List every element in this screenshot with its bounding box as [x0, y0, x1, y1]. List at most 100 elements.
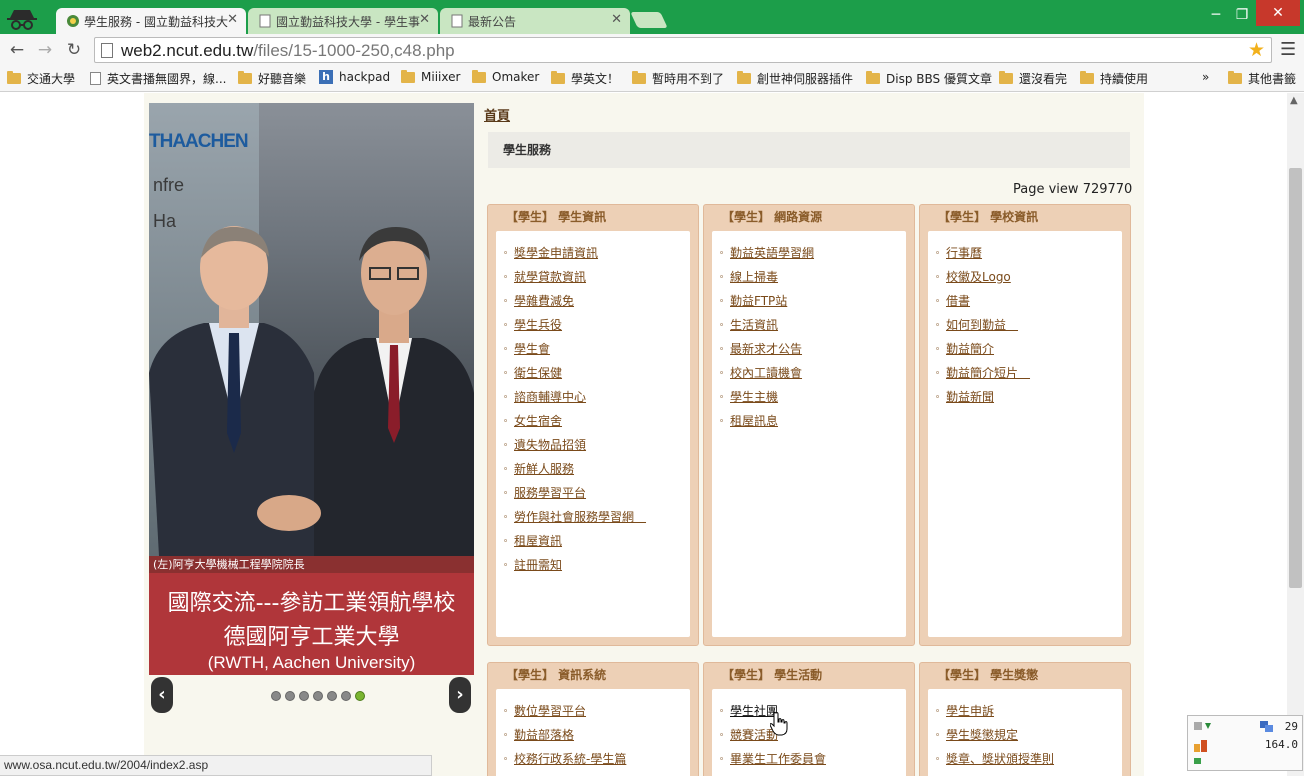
- link-label[interactable]: 借書: [946, 294, 970, 308]
- breadcrumb-home-link[interactable]: 首頁: [484, 105, 510, 124]
- list-item[interactable]: 學生社團: [712, 697, 906, 723]
- list-item[interactable]: 遺失物品招領: [496, 431, 690, 457]
- list-item[interactable]: 勤益英語學習網: [712, 239, 906, 265]
- bookmark-item[interactable]: 好聽音樂: [238, 70, 306, 87]
- next-slide-button[interactable]: ›: [449, 677, 471, 713]
- list-item[interactable]: 校務行政系統-學生篇: [496, 745, 690, 771]
- restore-icon[interactable]: ❐: [1232, 4, 1252, 26]
- bookmark-item[interactable]: Miiixer: [401, 69, 460, 84]
- list-item[interactable]: 學生兵役: [496, 311, 690, 337]
- bookmarks-more-button[interactable]: »: [1202, 70, 1209, 84]
- slideshow[interactable]: THAACHEN nfre Ha (左)阿亨大學機械工程學院院長 國際交流---…: [149, 103, 474, 675]
- link-label[interactable]: 學生申訴: [946, 704, 994, 718]
- link-label[interactable]: 新鮮人服務: [514, 462, 574, 476]
- vertical-scrollbar[interactable]: ▲: [1287, 93, 1304, 776]
- list-item[interactable]: 獎章、獎狀頒授準則: [928, 745, 1122, 771]
- link-label[interactable]: 勤益FTP站: [730, 294, 787, 308]
- list-item[interactable]: 競賽活動: [712, 721, 906, 747]
- list-item[interactable]: 註冊需知: [496, 551, 690, 577]
- list-item[interactable]: 數位學習平台: [496, 697, 690, 723]
- slide-banner[interactable]: 國際交流---參訪工業領航學校 德國阿亨工業大學 (RWTH, Aachen U…: [149, 573, 474, 675]
- slide-dot[interactable]: [271, 691, 281, 701]
- list-item[interactable]: 租屋資訊: [496, 527, 690, 553]
- link-label[interactable]: 勤益簡介: [946, 342, 994, 356]
- list-item[interactable]: 服務學習平台: [496, 479, 690, 505]
- link-label[interactable]: 租屋訊息: [730, 414, 778, 428]
- link-label[interactable]: 最新求才公告: [730, 342, 802, 356]
- window-close-icon[interactable]: ✕: [1256, 0, 1300, 26]
- list-item[interactable]: 學雜費減免: [496, 287, 690, 313]
- address-bar[interactable]: web2.ncut.edu.tw/files/15-1000-250,c48.p…: [94, 37, 1272, 63]
- bookmark-item[interactable]: Omaker: [472, 69, 539, 84]
- bookmark-star-icon[interactable]: ★: [1248, 39, 1265, 61]
- list-item[interactable]: 勤益FTP站: [712, 287, 906, 313]
- list-item[interactable]: 行事曆: [928, 239, 1122, 265]
- slide-dot[interactable]: [299, 691, 309, 701]
- link-label[interactable]: 獎學金申請資訊: [514, 246, 598, 260]
- list-item[interactable]: 學生會: [496, 335, 690, 361]
- tab-announcements[interactable]: 最新公告 ✕: [440, 8, 630, 34]
- slide-dot[interactable]: [341, 691, 351, 701]
- list-item[interactable]: 學生獎懲規定: [928, 721, 1122, 747]
- link-label[interactable]: 勤益英語學習網: [730, 246, 814, 260]
- link-label[interactable]: 女生宿舍: [514, 414, 562, 428]
- slide-dot[interactable]: [327, 691, 337, 701]
- bookmark-item[interactable]: h hackpad: [319, 70, 390, 84]
- bookmark-item[interactable]: 英文書播無國界，線...: [90, 70, 226, 87]
- link-label[interactable]: 勞作與社會服務學習網: [514, 510, 646, 524]
- minimize-icon[interactable]: ─: [1206, 4, 1226, 26]
- link-label[interactable]: 租屋資訊: [514, 534, 562, 548]
- bookmark-item[interactable]: 交通大學: [7, 70, 75, 87]
- link-label[interactable]: 註冊需知: [514, 558, 562, 572]
- link-label[interactable]: 勤益簡介短片: [946, 366, 1030, 380]
- list-item[interactable]: 線上掃毒: [712, 263, 906, 289]
- bookmark-item[interactable]: 還沒看完: [999, 70, 1067, 87]
- list-item[interactable]: 勤益簡介: [928, 335, 1122, 361]
- link-label[interactable]: 校內工讀機會: [730, 366, 802, 380]
- list-item[interactable]: 獎學金申請資訊: [496, 239, 690, 265]
- list-item[interactable]: 女生宿舍: [496, 407, 690, 433]
- list-item[interactable]: 借書: [928, 287, 1122, 313]
- list-item[interactable]: 勤益簡介短片: [928, 359, 1122, 385]
- tab-student-services[interactable]: 學生服務 - 國立勤益科技大 ✕: [56, 8, 246, 34]
- link-label[interactable]: 如何到勤益: [946, 318, 1018, 332]
- close-tab-icon[interactable]: ✕: [227, 12, 238, 27]
- link-label[interactable]: 勤益新聞: [946, 390, 994, 404]
- list-item[interactable]: 勤益部落格: [496, 721, 690, 747]
- link-label[interactable]: 遺失物品招領: [514, 438, 586, 452]
- list-item[interactable]: 諮商輔導中心: [496, 383, 690, 409]
- link-label[interactable]: 行事曆: [946, 246, 982, 260]
- link-label[interactable]: 畢業生工作委員會: [730, 752, 826, 766]
- tab-ncut[interactable]: 國立勤益科技大學 - 學生事 ✕: [248, 8, 438, 34]
- link-label[interactable]: 線上掃毒: [730, 270, 778, 284]
- reload-icon[interactable]: ↻: [63, 39, 85, 61]
- list-item[interactable]: 勞作與社會服務學習網: [496, 503, 690, 529]
- link-label[interactable]: 服務學習平台: [514, 486, 586, 500]
- close-tab-icon[interactable]: ✕: [611, 12, 622, 27]
- slide-dot[interactable]: [285, 691, 295, 701]
- link-label[interactable]: 衛生保健: [514, 366, 562, 380]
- bookmark-item[interactable]: 暫時用不到了: [632, 70, 724, 87]
- link-label[interactable]: 學生兵役: [514, 318, 562, 332]
- list-item[interactable]: 校內工讀機會: [712, 359, 906, 385]
- list-item[interactable]: 最新求才公告: [712, 335, 906, 361]
- list-item[interactable]: 租屋訊息: [712, 407, 906, 433]
- link-label[interactable]: 學生會: [514, 342, 550, 356]
- slide-dot[interactable]: [313, 691, 323, 701]
- scroll-up-icon[interactable]: ▲: [1290, 95, 1298, 106]
- scrollbar-thumb[interactable]: [1289, 168, 1302, 588]
- back-icon[interactable]: ←: [6, 39, 28, 61]
- list-item[interactable]: 學生主機: [712, 383, 906, 409]
- link-label[interactable]: 學生主機: [730, 390, 778, 404]
- close-tab-icon[interactable]: ✕: [419, 12, 430, 27]
- list-item[interactable]: 生活資訊: [712, 311, 906, 337]
- bookmark-item[interactable]: 學英文！: [551, 70, 619, 87]
- slide-dot-active[interactable]: [355, 691, 365, 701]
- list-item[interactable]: 新鮮人服務: [496, 455, 690, 481]
- link-label[interactable]: 諮商輔導中心: [514, 390, 586, 404]
- link-label[interactable]: 就學貸款資訊: [514, 270, 586, 284]
- bookmark-item[interactable]: Disp BBS 優質文章: [866, 70, 992, 87]
- list-item[interactable]: 衛生保健: [496, 359, 690, 385]
- list-item[interactable]: 畢業生工作委員會: [712, 745, 906, 771]
- new-tab-button[interactable]: [630, 12, 668, 28]
